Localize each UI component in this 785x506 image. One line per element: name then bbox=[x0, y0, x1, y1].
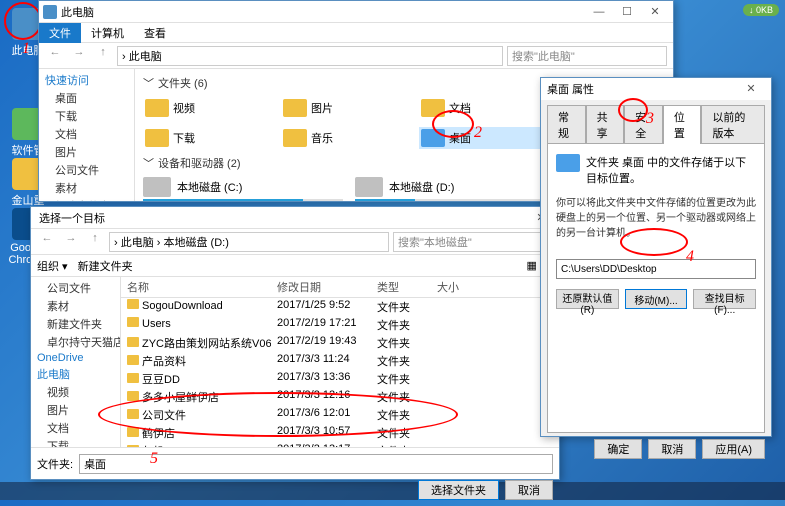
dtree-zuoer[interactable]: 卓尔持守天猫店 bbox=[33, 333, 118, 351]
folder-music[interactable]: 音乐 bbox=[281, 127, 411, 149]
tree-desktop[interactable]: 桌面 bbox=[41, 89, 132, 107]
folder-icon bbox=[556, 154, 580, 172]
dtree-video[interactable]: 视频 bbox=[33, 383, 118, 401]
dtree-company[interactable]: 公司文件 bbox=[33, 279, 118, 297]
nav-back-icon[interactable]: ← bbox=[45, 46, 65, 66]
tree-docs[interactable]: 文档 bbox=[41, 125, 132, 143]
tree-newfolder[interactable]: 新建文件夹 bbox=[41, 197, 132, 201]
dtree-downloads[interactable]: 下载 bbox=[33, 437, 118, 447]
nav-up-icon[interactable]: ↑ bbox=[93, 46, 113, 66]
find-target-button[interactable]: 查找目标(F)... bbox=[693, 289, 756, 309]
list-row[interactable]: SogouDownload2017/1/25 9:52文件夹 bbox=[121, 298, 559, 316]
drive-icon bbox=[355, 177, 383, 197]
col-size[interactable]: 大小 bbox=[431, 277, 481, 297]
dlg-nav-up[interactable]: ↑ bbox=[85, 232, 105, 252]
props-close-button[interactable]: ✕ bbox=[737, 79, 765, 99]
move-button[interactable]: 移动(M)... bbox=[625, 289, 688, 309]
props-cancel-button[interactable]: 取消 bbox=[648, 439, 696, 459]
new-folder-button[interactable]: 新建文件夹 bbox=[78, 258, 133, 274]
dtree-material[interactable]: 素材 bbox=[33, 297, 118, 315]
nav-tree: 快速访问 桌面 下载 文档 图片 公司文件 素材 新建文件夹 卓尔持守天猫店 O… bbox=[39, 69, 135, 201]
annotation-num-5: 5 bbox=[150, 450, 158, 468]
folder-label: 文件夹: bbox=[37, 456, 73, 472]
select-folder-button[interactable]: 选择文件夹 bbox=[418, 480, 499, 500]
folder-video[interactable]: 视频 bbox=[143, 97, 273, 119]
dtree-newfolder[interactable]: 新建文件夹 bbox=[33, 315, 118, 333]
annotation-circle-2 bbox=[432, 110, 474, 138]
list-row[interactable]: ZYC路由策划网站系统V06商业版-Buil...2017/2/19 19:43… bbox=[121, 334, 559, 352]
explorer-icon bbox=[43, 5, 57, 19]
annotation-circle-4 bbox=[620, 228, 688, 256]
list-row[interactable]: Users2017/2/19 17:21文件夹 bbox=[121, 316, 559, 334]
drive-c[interactable]: 本地磁盘 (C:) 9.74 GB 可用，共 50.0 GB bbox=[143, 177, 343, 201]
annotation-ellipse-5 bbox=[98, 392, 458, 437]
tab-previous[interactable]: 以前的版本 bbox=[701, 105, 765, 144]
annotation-circle-3 bbox=[618, 98, 648, 122]
dtree-docs[interactable]: 文档 bbox=[33, 419, 118, 437]
dlg-nav-back[interactable]: ← bbox=[37, 232, 57, 252]
ribbon-tab-computer[interactable]: 计算机 bbox=[81, 23, 134, 43]
tree-quick[interactable]: 快速访问 bbox=[41, 71, 132, 89]
network-speed-badge: ↓ 0KB bbox=[743, 4, 779, 16]
col-date[interactable]: 修改日期 bbox=[271, 277, 371, 297]
folder-downloads[interactable]: 下载 bbox=[143, 127, 273, 149]
tab-general[interactable]: 常规 bbox=[547, 105, 586, 144]
properties-dialog: 桌面 属性 ✕ 常规 共享 安全 位置 以前的版本 文件夹 桌面 中的文件存储于… bbox=[540, 77, 772, 437]
props-line1: 文件夹 桌面 中的文件存储于以下目标位置。 bbox=[586, 154, 756, 186]
tree-downloads[interactable]: 下载 bbox=[41, 107, 132, 125]
close-button[interactable]: ✕ bbox=[641, 2, 669, 22]
dlg-search-input[interactable]: 搜索"本地磁盘" bbox=[393, 232, 553, 252]
tree-pics[interactable]: 图片 bbox=[41, 143, 132, 161]
props-title: 桌面 属性 bbox=[547, 81, 737, 97]
explorer-title: 此电脑 bbox=[57, 4, 585, 20]
maximize-button[interactable]: ☐ bbox=[613, 2, 641, 22]
annotation-num-3: 3 bbox=[646, 110, 654, 128]
address-bar[interactable]: › 此电脑 bbox=[117, 46, 503, 66]
folder-pics[interactable]: 图片 bbox=[281, 97, 411, 119]
drive-d[interactable]: 本地磁盘 (D:) 42.9 GB 可用，共 61.7 GB bbox=[355, 177, 555, 201]
dtree-thispc[interactable]: 此电脑 bbox=[33, 365, 118, 383]
annotation-num-2: 2 bbox=[474, 124, 482, 142]
col-name[interactable]: 名称 bbox=[121, 277, 271, 297]
annotation-circle-1 bbox=[4, 2, 42, 40]
ribbon-tab-file[interactable]: 文件 bbox=[39, 23, 81, 43]
cancel-button[interactable]: 取消 bbox=[505, 480, 553, 500]
annotation-num-1: 1 bbox=[22, 40, 30, 58]
tree-company[interactable]: 公司文件 bbox=[41, 161, 132, 179]
list-row[interactable]: 产品资料2017/3/3 11:24文件夹 bbox=[121, 352, 559, 370]
apply-button[interactable]: 应用(A) bbox=[702, 439, 765, 459]
view-icons-button[interactable]: ▦ bbox=[526, 259, 536, 272]
drive-icon bbox=[143, 177, 171, 197]
location-path-input[interactable] bbox=[556, 259, 756, 279]
folder-dialog: 选择一个目标 ✕ ← → ↑ › 此电脑 › 本地磁盘 (D:) 搜索"本地磁盘… bbox=[30, 206, 560, 480]
tab-location[interactable]: 位置 bbox=[663, 105, 702, 144]
list-row[interactable]: 灰机2017/3/3 13:17文件夹 bbox=[121, 442, 559, 447]
ribbon: 文件 计算机 查看 bbox=[39, 23, 673, 43]
minimize-button[interactable]: — bbox=[585, 2, 613, 22]
nav-fwd-icon[interactable]: → bbox=[69, 46, 89, 66]
annotation-num-4: 4 bbox=[686, 248, 694, 266]
organize-menu[interactable]: 组织 ▾ bbox=[37, 258, 68, 274]
ribbon-tab-view[interactable]: 查看 bbox=[134, 23, 176, 43]
dtree-onedrive[interactable]: OneDrive bbox=[33, 351, 118, 365]
dlg-nav-fwd[interactable]: → bbox=[61, 232, 81, 252]
search-input[interactable]: 搜索"此电脑" bbox=[507, 46, 667, 66]
restore-default-button[interactable]: 还原默认值(R) bbox=[556, 289, 619, 309]
dlg-address-bar[interactable]: › 此电脑 › 本地磁盘 (D:) bbox=[109, 232, 389, 252]
ok-button[interactable]: 确定 bbox=[594, 439, 642, 459]
list-row[interactable]: 豆豆DD2017/3/3 13:36文件夹 bbox=[121, 370, 559, 388]
dialog-title: 选择一个目标 bbox=[35, 210, 527, 226]
tree-material[interactable]: 素材 bbox=[41, 179, 132, 197]
col-type[interactable]: 类型 bbox=[371, 277, 431, 297]
